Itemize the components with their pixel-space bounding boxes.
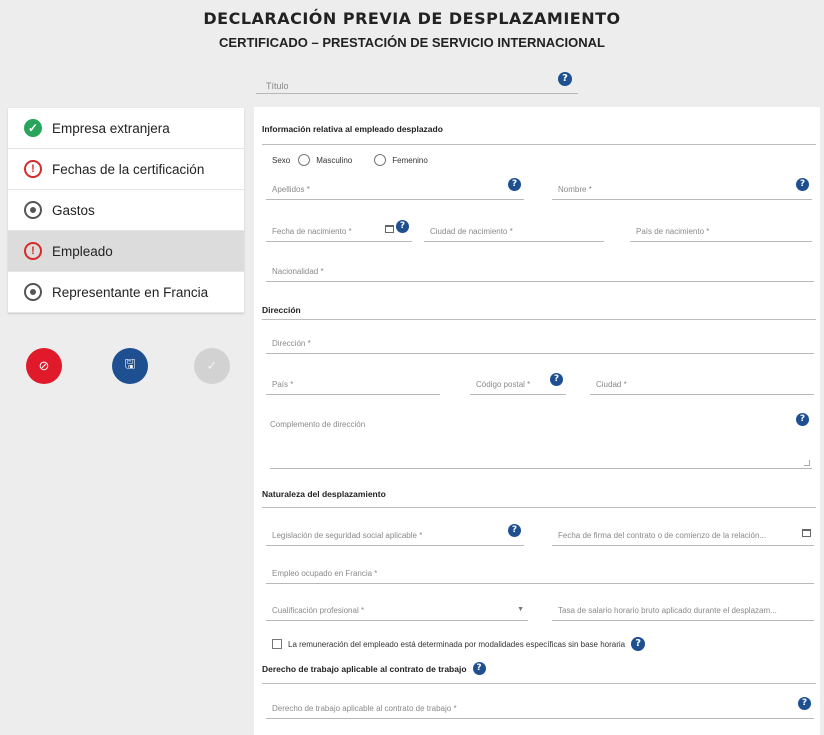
cualificacion-placeholder: Cualificación profesional *	[272, 606, 365, 615]
nacionalidad-input[interactable]: Nacionalidad *	[266, 260, 814, 282]
ciudad-placeholder: Ciudad *	[596, 380, 627, 389]
sidebar-item-empleado[interactable]: ! Empleado	[8, 231, 244, 272]
legislacion-input[interactable]: Legislación de seguridad social aplicabl…	[266, 524, 524, 546]
sidebar-item-empresa-extranjera[interactable]: ✓ Empresa extranjera	[8, 108, 244, 149]
title-input[interactable]: Título ?	[256, 70, 578, 94]
pais-nacimiento-input[interactable]: País de nacimiento *	[630, 220, 812, 242]
sidebar-item-label: Empresa extranjera	[52, 120, 170, 136]
chevron-down-icon: ▼	[517, 606, 524, 613]
pais-placeholder: País *	[272, 380, 294, 389]
page-subtitle: CERTIFICADO – PRESTACIÓN DE SERVICIO INT…	[219, 35, 605, 50]
fecha-nacimiento-input[interactable]: Fecha de nacimiento * ?	[266, 220, 412, 242]
section-title-naturaleza: Naturaleza del desplazamiento	[262, 489, 386, 499]
help-icon[interactable]: ?	[508, 178, 521, 191]
sidebar-item-fechas-certificacion[interactable]: ! Fechas de la certificación	[8, 149, 244, 190]
help-icon[interactable]: ?	[796, 178, 809, 191]
check-icon: ✓	[24, 119, 42, 137]
help-icon[interactable]: ?	[558, 72, 572, 86]
radio-label-femenino: Femenino	[392, 155, 428, 165]
confirm-button[interactable]: ✓	[194, 348, 230, 384]
tasa-salario-placeholder: Tasa de salario horario bruto aplicado d…	[558, 606, 777, 615]
help-icon[interactable]: ?	[550, 373, 563, 386]
help-icon[interactable]: ?	[396, 220, 409, 233]
remuneracion-checkbox-row: La remuneración del empleado está determ…	[272, 637, 646, 651]
calendar-icon[interactable]	[385, 225, 394, 233]
sexo-label: Sexo	[272, 155, 291, 165]
section-title-derecho: Derecho de trabajo aplicable al contrato…	[262, 662, 486, 675]
cualificacion-select[interactable]: Cualificación profesional * ▼	[266, 599, 528, 621]
section-divider	[262, 319, 816, 320]
derecho-placeholder: Derecho de trabajo aplicable al contrato…	[272, 704, 457, 713]
fecha-firma-placeholder: Fecha de firma del contrato o de comienz…	[558, 531, 767, 540]
resize-handle[interactable]	[804, 460, 810, 466]
section-divider	[262, 144, 816, 145]
codigo-postal-input[interactable]: Código postal * ?	[470, 373, 566, 395]
cancel-icon: ⊘	[38, 358, 50, 373]
sidebar-item-label: Gastos	[52, 202, 95, 218]
radio-femenino[interactable]	[374, 154, 387, 166]
nombre-input[interactable]: Nombre * ?	[552, 178, 812, 200]
empleo-placeholder: Empleo ocupado en Francia *	[272, 569, 378, 578]
ciudad-nacimiento-input[interactable]: Ciudad de nacimiento *	[424, 220, 604, 242]
sidebar-item-label: Representante en Francia	[52, 284, 209, 300]
fecha-firma-contrato-input[interactable]: Fecha de firma del contrato o de comienz…	[552, 524, 814, 546]
derecho-trabajo-input[interactable]: Derecho de trabajo aplicable al contrato…	[266, 697, 814, 719]
calendar-icon[interactable]	[802, 529, 811, 537]
nacionalidad-placeholder: Nacionalidad *	[272, 267, 324, 276]
complemento-placeholder: Complemento de dirección	[270, 420, 366, 429]
radio-dot-icon	[24, 201, 42, 219]
page-title: DECLARACIÓN PREVIA DE DESPLAZAMIENTO	[203, 9, 621, 28]
help-icon[interactable]: ?	[508, 524, 521, 537]
action-buttons: ⊘ 🖫 ✓	[26, 348, 236, 386]
apellidos-placeholder: Apellidos *	[272, 185, 310, 194]
page-header: DECLARACIÓN PREVIA DE DESPLAZAMIENTO CER…	[0, 0, 824, 60]
pais-input[interactable]: País *	[266, 373, 440, 395]
section-title-derecho-text: Derecho de trabajo aplicable al contrato…	[262, 663, 467, 674]
radio-label-masculino: Masculino	[316, 155, 353, 165]
direccion-placeholder: Dirección *	[272, 339, 311, 348]
sidebar-item-gastos[interactable]: Gastos	[8, 190, 244, 231]
nombre-placeholder: Nombre *	[558, 185, 592, 194]
tasa-salario-input[interactable]: Tasa de salario horario bruto aplicado d…	[552, 599, 814, 621]
help-icon[interactable]: ?	[796, 413, 809, 426]
sidebar-item-representante-francia[interactable]: Representante en Francia	[8, 272, 244, 313]
ciudad-input[interactable]: Ciudad *	[590, 373, 814, 395]
cancel-button[interactable]: ⊘	[26, 348, 62, 384]
section-title-direccion: Dirección	[262, 305, 301, 315]
sidebar-nav: ✓ Empresa extranjera ! Fechas de la cert…	[8, 108, 244, 313]
section-divider	[262, 507, 816, 508]
save-icon: 🖫	[124, 356, 136, 371]
fecha-nacimiento-placeholder: Fecha de nacimiento *	[272, 227, 352, 236]
complemento-direccion-textarea[interactable]: Complemento de dirección ?	[270, 407, 812, 469]
section-title-empleado: Información relativa al empleado desplaz…	[262, 124, 443, 134]
title-input-placeholder: Título	[266, 81, 289, 91]
codigo-postal-placeholder: Código postal *	[476, 380, 531, 389]
remuneracion-label: La remuneración del empleado está determ…	[288, 639, 626, 649]
sidebar-item-label: Empleado	[52, 243, 113, 259]
radio-masculino[interactable]	[298, 154, 311, 166]
warning-icon: !	[24, 160, 42, 178]
check-icon: ✓	[206, 358, 218, 373]
apellidos-input[interactable]: Apellidos * ?	[266, 178, 524, 200]
sexo-radio-group: Sexo Masculino Femenino	[272, 154, 442, 166]
radio-dot-icon	[24, 283, 42, 301]
form-panel: Información relativa al empleado desplaz…	[254, 107, 820, 735]
pais-nacimiento-placeholder: País de nacimiento *	[636, 227, 710, 236]
save-button[interactable]: 🖫	[112, 348, 148, 384]
warning-icon: !	[24, 242, 42, 260]
help-icon[interactable]: ?	[631, 637, 646, 651]
section-divider	[262, 683, 816, 684]
remuneracion-checkbox[interactable]	[272, 639, 282, 649]
sidebar-item-label: Fechas de la certificación	[52, 161, 205, 177]
direccion-input[interactable]: Dirección *	[266, 332, 814, 354]
help-icon[interactable]: ?	[798, 697, 811, 710]
ciudad-nacimiento-placeholder: Ciudad de nacimiento *	[430, 227, 513, 236]
legislacion-placeholder: Legislación de seguridad social aplicabl…	[272, 531, 423, 540]
empleo-francia-input[interactable]: Empleo ocupado en Francia *	[266, 562, 814, 584]
help-icon[interactable]: ?	[472, 662, 486, 675]
